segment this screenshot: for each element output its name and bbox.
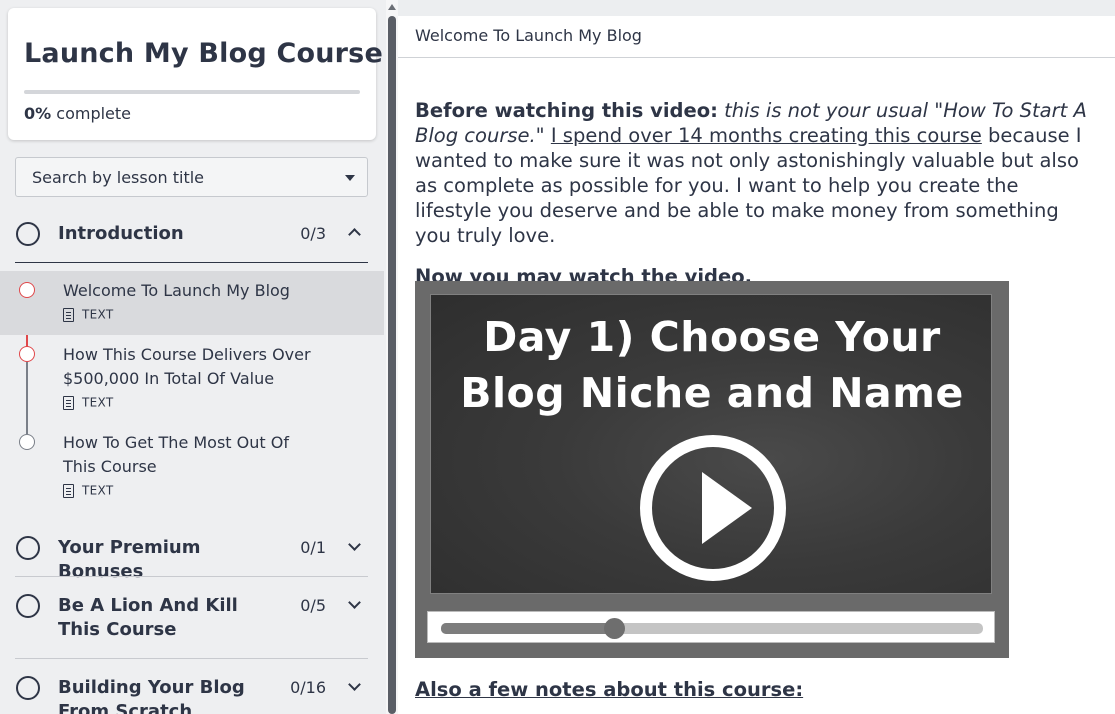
progress-bar [24, 90, 360, 94]
section-title: Introduction [58, 223, 184, 244]
chevron-up-icon[interactable] [348, 228, 361, 241]
progress-suffix: complete [56, 104, 131, 123]
section-status-circle-icon [16, 222, 40, 246]
course-progress-card: Launch My Blog Course 0% complete [8, 8, 383, 140]
video-player[interactable]: Day 1) Choose Your Blog Niche and Name [415, 281, 1009, 658]
top-bar [398, 0, 1115, 16]
lesson-content-pane: Welcome To Launch My Blog Before watchin… [398, 0, 1115, 714]
seek-track[interactable] [441, 618, 983, 639]
section-title: Building Your Blog From Scratch [58, 677, 245, 714]
text-document-icon [63, 395, 74, 410]
section-count: 0/1 [300, 538, 326, 557]
section-divider [15, 658, 368, 659]
lesson-title: How To Get The Most Out Of This Course [63, 433, 289, 476]
course-sidebar: Launch My Blog Course 0% complete Search… [0, 0, 386, 714]
lesson-item-welcome[interactable]: Welcome To Launch My Blog TEXT [0, 271, 384, 335]
section-divider [15, 576, 368, 577]
intro-paragraph: Before watching this video: this is not … [415, 98, 1095, 248]
lesson-header: Welcome To Launch My Blog [398, 16, 1115, 58]
lesson-header-title: Welcome To Launch My Blog [415, 26, 642, 45]
play-button-icon[interactable] [640, 435, 786, 581]
lesson-search-placeholder: Search by lesson title [32, 168, 205, 187]
lesson-type: TEXT [63, 483, 113, 499]
scrollbar-thumb[interactable] [388, 16, 396, 714]
section-status-circle-icon [16, 676, 40, 700]
lesson-search-dropdown[interactable]: Search by lesson title [15, 157, 368, 197]
section-count: 0/16 [290, 678, 326, 697]
section-introduction[interactable]: Introduction 0/3 [15, 222, 368, 264]
section-premium-bonuses[interactable]: Your Premium Bonuses 0/1 [15, 536, 368, 582]
section-divider [15, 262, 368, 263]
lesson-status-dot-icon [19, 282, 35, 298]
text-document-icon [63, 307, 74, 322]
scroll-up-arrow-icon[interactable] [388, 4, 396, 10]
text-document-icon [63, 483, 74, 498]
lesson-status-dot-icon [19, 346, 35, 362]
lesson-type: TEXT [63, 395, 113, 411]
notes-heading: Also a few notes about this course: [415, 678, 804, 701]
lesson-body: Before watching this video: this is not … [415, 98, 1095, 305]
section-count: 0/5 [300, 596, 326, 615]
seek-handle[interactable] [604, 618, 626, 639]
section-building-your-blog[interactable]: Building Your Blog From Scratch 0/16 [15, 676, 368, 714]
section-status-circle-icon [16, 594, 40, 618]
section-be-a-lion[interactable]: Be A Lion And Kill This Course 0/5 [15, 594, 368, 660]
video-title-line-1: Day 1) Choose Your [483, 313, 941, 361]
caret-down-icon [345, 175, 355, 181]
video-title: Day 1) Choose Your Blog Niche and Name [431, 309, 993, 421]
lesson-item-total-value[interactable]: How This Course Delivers Over $500,000 I… [0, 335, 384, 423]
sidebar-scrollbar[interactable] [386, 0, 398, 714]
section-title: Be A Lion And Kill This Course [58, 595, 238, 640]
lesson-title: How This Course Delivers Over $500,000 I… [63, 345, 311, 388]
progress-value: 0% [24, 104, 52, 123]
course-title: Launch My Blog Course [24, 38, 383, 69]
lesson-type: TEXT [63, 307, 113, 323]
lesson-item-most-out[interactable]: How To Get The Most Out Of This Course T… [0, 423, 384, 511]
lesson-title: Welcome To Launch My Blog [63, 281, 290, 300]
section-status-circle-icon [16, 536, 40, 560]
seek-progress-fill [441, 623, 615, 634]
section-count: 0/3 [300, 224, 326, 243]
lesson-status-dot-icon [19, 434, 35, 450]
play-triangle-icon [702, 472, 752, 544]
video-thumbnail[interactable]: Day 1) Choose Your Blog Niche and Name [430, 294, 992, 594]
video-seek-bar[interactable] [427, 611, 995, 643]
intro-underline: I spend over 14 months creating this cou… [550, 124, 982, 147]
chevron-down-icon[interactable] [348, 678, 361, 691]
intro-bold: Before watching this video: [415, 99, 718, 122]
progress-text: 0% complete [24, 104, 131, 123]
video-title-line-2: Blog Niche and Name [460, 369, 964, 417]
chevron-down-icon[interactable] [348, 538, 361, 551]
chevron-down-icon[interactable] [348, 596, 361, 609]
